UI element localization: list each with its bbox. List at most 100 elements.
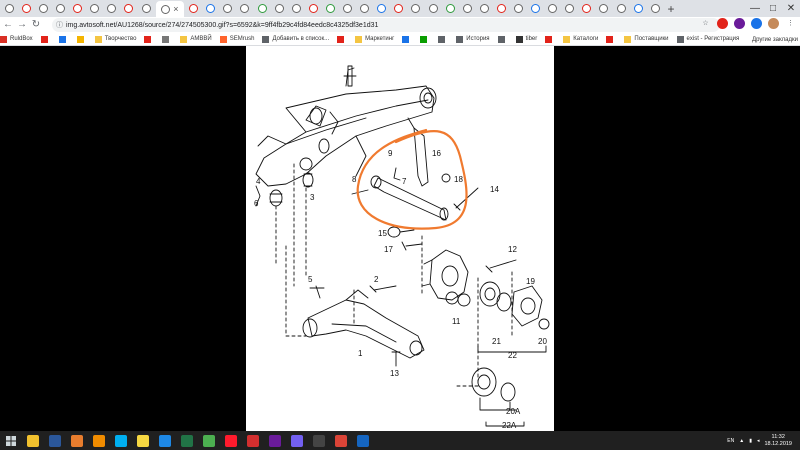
bookmark-item[interactable]: Творчество [94, 35, 136, 43]
chrome-icon[interactable] [330, 431, 352, 450]
browser-tab[interactable] [563, 2, 578, 16]
browser-tab[interactable] [409, 2, 424, 16]
browser-tab[interactable] [70, 2, 85, 16]
extension-icon[interactable] [734, 18, 745, 29]
browser-tab[interactable] [648, 2, 663, 16]
bookmark-item[interactable] [162, 35, 172, 43]
maxthon-icon[interactable] [352, 431, 374, 450]
menu-icon[interactable]: ⋮ [785, 18, 796, 29]
bookmark-item[interactable] [420, 35, 430, 43]
browser-tab[interactable] [186, 2, 201, 16]
browser-tab[interactable] [392, 2, 407, 16]
browser-tab[interactable] [494, 2, 509, 16]
bookmark-item[interactable] [58, 35, 69, 43]
browser-tab[interactable] [2, 2, 17, 16]
browser-tab[interactable] [238, 2, 253, 16]
bookmark-item[interactable] [606, 35, 616, 43]
info-icon[interactable]: ⓘ [56, 20, 63, 30]
avatar[interactable] [768, 18, 779, 29]
browser-tab[interactable] [139, 2, 154, 16]
bookmark-item[interactable]: RuldBox [0, 35, 33, 43]
browser-tab[interactable] [272, 2, 287, 16]
vlc-icon[interactable] [88, 431, 110, 450]
browser-tab[interactable] [631, 2, 646, 16]
network-icon[interactable]: ▮ [749, 438, 752, 444]
camera-icon[interactable] [308, 431, 330, 450]
browser-tab[interactable] [374, 2, 389, 16]
bookmark-item[interactable] [144, 35, 154, 43]
browser-tab[interactable] [545, 2, 560, 16]
back-button[interactable]: ← [2, 18, 14, 32]
bookmark-item[interactable] [545, 35, 555, 43]
bookmark-item[interactable] [76, 35, 87, 43]
bookmark-item[interactable]: Добавить в список... [262, 35, 329, 43]
browser-tab[interactable] [87, 2, 102, 16]
extension-icon[interactable] [751, 18, 762, 29]
browser-tab[interactable] [289, 2, 304, 16]
word-icon[interactable] [44, 431, 66, 450]
tray-arrow-icon[interactable]: ▲ [739, 438, 744, 444]
browser-tab[interactable] [511, 2, 526, 16]
sticky-notes-icon[interactable] [132, 431, 154, 450]
browser-tab[interactable] [477, 2, 492, 16]
star-icon[interactable]: ☆ [700, 18, 711, 29]
new-tab-button[interactable]: + [665, 3, 677, 15]
file-manager-icon[interactable] [154, 431, 176, 450]
close-tab-icon[interactable]: × [173, 4, 178, 14]
browser-tab[interactable] [443, 2, 458, 16]
browser-tab[interactable] [460, 2, 475, 16]
bookmark-item[interactable] [337, 35, 347, 43]
browser-tab[interactable] [221, 2, 236, 16]
reload-button[interactable]: ↻ [30, 18, 42, 32]
browser-tab[interactable] [122, 2, 137, 16]
url-text[interactable]: img.avtosoft.net/AU1268/source/274/27450… [66, 22, 378, 29]
language-indicator[interactable]: EN [727, 438, 734, 444]
extension-icon[interactable] [717, 18, 728, 29]
bookmark-item[interactable] [402, 35, 412, 43]
skype-icon[interactable] [110, 431, 132, 450]
other-bookmarks[interactable]: Другие закладки [752, 33, 798, 45]
opera-icon[interactable] [220, 431, 242, 450]
bookmark-item[interactable]: АМВВЙ [180, 35, 212, 43]
bookmark-item[interactable]: SEMrush [219, 35, 254, 43]
bookmark-item[interactable]: История [456, 35, 490, 43]
browser-tab[interactable] [597, 2, 612, 16]
browser-tab[interactable] [614, 2, 629, 16]
browser-tab[interactable] [19, 2, 34, 16]
media-player-icon[interactable] [66, 431, 88, 450]
close-window-button[interactable]: ✕ [782, 0, 800, 17]
browser-tab[interactable] [255, 2, 270, 16]
bookmark-item[interactable] [497, 35, 508, 43]
bookmark-item[interactable]: exist - Регистрация [676, 35, 739, 43]
volume-icon[interactable]: ◂ [757, 438, 760, 444]
browser-tab[interactable] [105, 2, 120, 16]
browser-tab[interactable] [323, 2, 338, 16]
address-bar[interactable]: ⓘ img.avtosoft.net/AU1268/source/274/274… [52, 18, 720, 32]
acrobat-icon[interactable] [242, 431, 264, 450]
browser-tab[interactable]: × [155, 1, 184, 17]
bookmark-item[interactable] [40, 35, 51, 43]
viber-icon[interactable] [286, 431, 308, 450]
clock[interactable]: 11:32 18.12.2019 [764, 434, 792, 448]
bookmark-item[interactable]: Поставщики [624, 35, 669, 43]
browser-tab[interactable] [306, 2, 321, 16]
minimize-button[interactable]: — [746, 0, 764, 17]
bookmark-item[interactable]: Маркетинг [355, 35, 394, 43]
explorer-icon[interactable] [22, 431, 44, 450]
paint-icon[interactable] [264, 431, 286, 450]
browser-tab[interactable] [36, 2, 51, 16]
forward-button[interactable]: → [16, 18, 28, 32]
browser-tab[interactable] [426, 2, 441, 16]
maximize-button[interactable]: □ [764, 0, 782, 17]
bookmark-item[interactable] [438, 35, 448, 43]
browser-tab[interactable] [340, 2, 355, 16]
bookmark-item[interactable]: tiber [515, 35, 537, 43]
browser-tab[interactable] [53, 2, 68, 16]
browser-tab[interactable] [580, 2, 595, 16]
bookmark-item[interactable]: Каталоги [563, 35, 598, 43]
browser-tab[interactable] [357, 2, 372, 16]
photos-icon[interactable] [198, 431, 220, 450]
browser-tab[interactable] [204, 2, 219, 16]
start-button[interactable] [0, 431, 22, 450]
excel-icon[interactable] [176, 431, 198, 450]
